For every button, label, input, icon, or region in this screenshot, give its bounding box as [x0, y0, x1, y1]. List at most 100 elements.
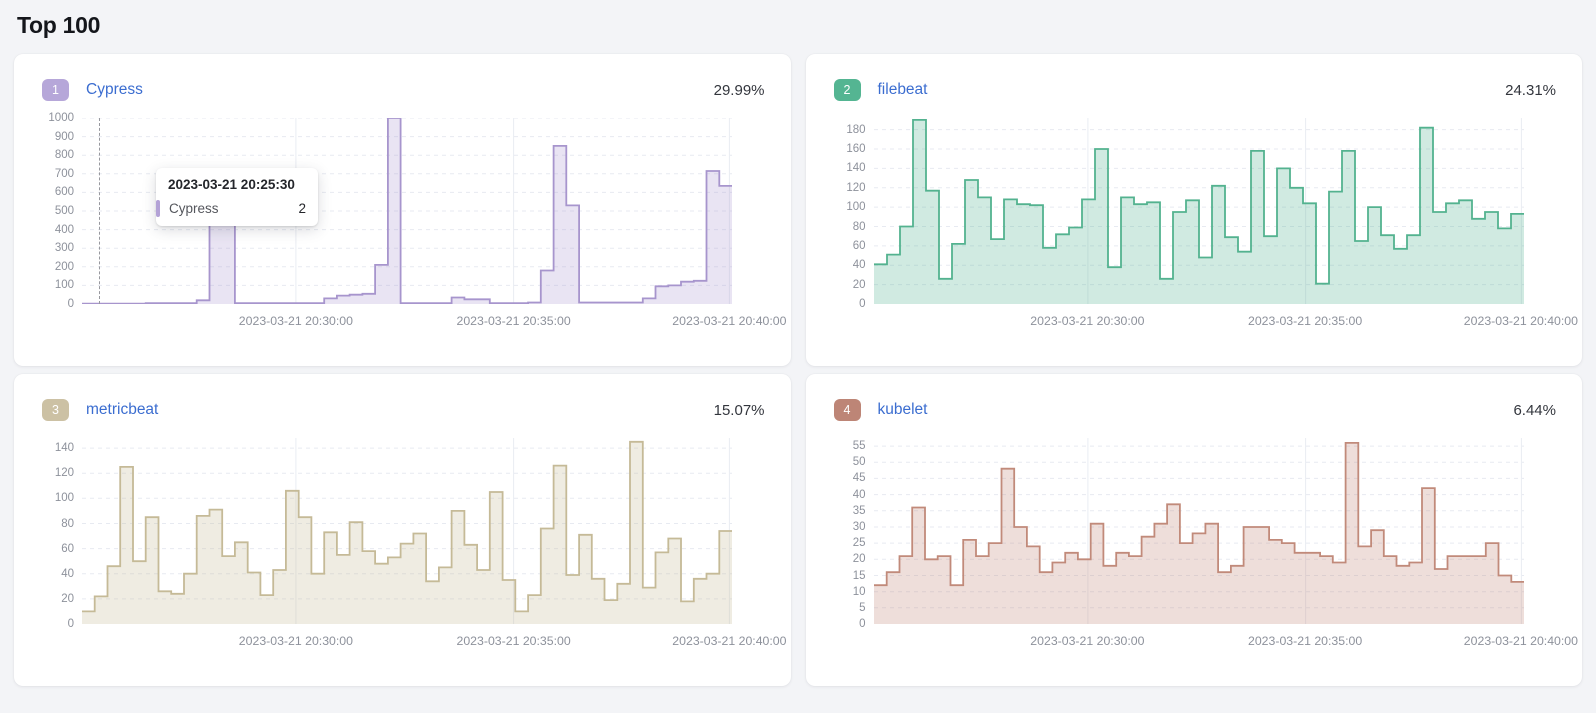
- rank-badge: 1: [42, 79, 69, 101]
- y-tick-label: 55: [853, 440, 866, 452]
- plot-area[interactable]: [874, 118, 1524, 304]
- y-tick-label: 0: [859, 298, 865, 310]
- card-header: 3 metricbeat 15.07%: [42, 398, 765, 422]
- y-tick-label: 160: [846, 143, 865, 155]
- chart-card-cypress: 1 Cypress 29.99% 01002003004005006007008…: [14, 54, 791, 366]
- x-axis-labels: 2023-03-21 20:30:002023-03-21 20:35:0020…: [82, 312, 732, 332]
- y-tick-label: 1000: [48, 112, 74, 124]
- y-axis-labels: 020406080100120140160180: [834, 118, 874, 304]
- x-tick-label: 2023-03-21 20:40:00: [1464, 634, 1578, 648]
- y-tick-label: 80: [61, 518, 74, 530]
- y-tick-label: 45: [853, 472, 866, 484]
- y-tick-label: 200: [55, 261, 74, 273]
- x-tick-label: 2023-03-21 20:30:00: [239, 634, 353, 648]
- tooltip-crosshair: [99, 118, 100, 304]
- area-chart-svg: [874, 118, 1524, 304]
- plot-area[interactable]: [874, 438, 1524, 624]
- y-tick-label: 80: [853, 221, 866, 233]
- percent-value: 24.31%: [1505, 82, 1556, 99]
- chart-card-metricbeat: 3 metricbeat 15.07% 0 20 40 60 80 100 120 140 2…: [14, 374, 791, 686]
- y-tick-label: 700: [55, 168, 74, 180]
- y-axis-labels: 01002003004005006007008009001000: [42, 118, 82, 304]
- x-axis-labels: 2023-03-21 20:30:002023-03-21 20:35:0020…: [874, 632, 1524, 652]
- rank-badge: 2: [834, 79, 861, 101]
- series-link[interactable]: metricbeat: [86, 401, 158, 419]
- area-chart-svg: [82, 438, 732, 624]
- y-tick-label: 60: [853, 240, 866, 252]
- series-color-marker-icon: [156, 200, 160, 217]
- card-header: 1 Cypress 29.99%: [42, 78, 765, 102]
- x-tick-label: 2023-03-21 20:35:00: [1248, 314, 1362, 328]
- y-tick-label: 0: [68, 298, 74, 310]
- y-tick-label: 300: [55, 242, 74, 254]
- tooltip-series-name: Cypress: [169, 201, 219, 216]
- cards-grid: 1 Cypress 29.99% 01002003004005006007008…: [14, 54, 1582, 686]
- series-link[interactable]: kubelet: [878, 401, 928, 419]
- rank-badge: 3: [42, 399, 69, 421]
- series-link[interactable]: filebeat: [878, 81, 928, 99]
- x-tick-label: 2023-03-21 20:35:00: [457, 634, 571, 648]
- y-axis-labels: 0510152025303540455055: [834, 438, 874, 624]
- chart-row: 020406080100120140160180: [834, 118, 1557, 304]
- plot-area[interactable]: 2023-03-21 20:25:30 Cypress 2: [82, 118, 732, 304]
- card-header: 2 filebeat 24.31%: [834, 78, 1557, 102]
- y-tick-label: 0: [68, 618, 74, 630]
- y-tick-label: 180: [846, 124, 865, 136]
- y-tick-label: 20: [853, 279, 866, 291]
- x-axis-labels: 2023-03-21 20:30:002023-03-21 20:35:0020…: [874, 312, 1524, 332]
- series-link[interactable]: Cypress: [86, 81, 143, 99]
- y-tick-label: 600: [55, 186, 74, 198]
- y-tick-label: 100: [846, 201, 865, 213]
- x-tick-label: 2023-03-21 20:35:00: [1248, 634, 1362, 648]
- y-tick-label: 0: [859, 618, 865, 630]
- chart-row: 01002003004005006007008009001000 2023-03…: [42, 118, 765, 304]
- y-tick-label: 20: [61, 593, 74, 605]
- y-tick-label: 60: [61, 543, 74, 555]
- y-tick-label: 25: [853, 537, 866, 549]
- chart-row: 020406080100120140: [42, 438, 765, 624]
- tooltip-series-row: Cypress 2: [156, 200, 306, 217]
- x-tick-label: 2023-03-21 20:30:00: [239, 314, 353, 328]
- y-tick-label: 40: [853, 489, 866, 501]
- x-tick-label: 2023-03-21 20:30:00: [1030, 314, 1144, 328]
- x-tick-label: 2023-03-21 20:40:00: [672, 314, 786, 328]
- card-header: 4 kubelet 6.44%: [834, 398, 1557, 422]
- x-tick-label: 2023-03-21 20:35:00: [457, 314, 571, 328]
- y-tick-label: 35: [853, 505, 866, 517]
- y-tick-label: 800: [55, 149, 74, 161]
- percent-value: 6.44%: [1513, 402, 1556, 419]
- plot-area[interactable]: [82, 438, 732, 624]
- tooltip-series-value: 2: [264, 201, 306, 216]
- chart-card-kubelet: 4 kubelet 6.44% 0 5 10 15 20 25 30 35 40 45 50 55 2…: [806, 374, 1583, 686]
- series-area: [82, 442, 732, 624]
- x-axis-labels: 2023-03-21 20:30:002023-03-21 20:35:0020…: [82, 632, 732, 652]
- chart-row: 0510152025303540455055: [834, 438, 1557, 624]
- y-tick-label: 400: [55, 224, 74, 236]
- rank-badge: 4: [834, 399, 861, 421]
- percent-value: 15.07%: [714, 402, 765, 419]
- y-tick-label: 5: [859, 602, 865, 614]
- x-tick-label: 2023-03-21 20:40:00: [672, 634, 786, 648]
- y-tick-label: 140: [55, 442, 74, 454]
- area-chart-svg: [874, 438, 1524, 624]
- tooltip-timestamp: 2023-03-21 20:25:30: [168, 177, 306, 192]
- y-tick-label: 40: [853, 259, 866, 271]
- y-tick-label: 120: [846, 182, 865, 194]
- y-tick-label: 10: [853, 586, 866, 598]
- y-tick-label: 50: [853, 456, 866, 468]
- y-tick-label: 120: [55, 467, 74, 479]
- chart-card-filebeat: 2 filebeat 24.31% 0 20 40 60 80 100 120 140 160 1…: [806, 54, 1583, 366]
- y-tick-label: 100: [55, 279, 74, 291]
- x-tick-label: 2023-03-21 20:40:00: [1464, 314, 1578, 328]
- y-tick-label: 40: [61, 568, 74, 580]
- y-axis-labels: 020406080100120140: [42, 438, 82, 624]
- page-title: Top 100: [17, 12, 1596, 39]
- chart-tooltip: 2023-03-21 20:25:30 Cypress 2: [156, 168, 318, 226]
- y-tick-label: 140: [846, 162, 865, 174]
- y-tick-label: 30: [853, 521, 866, 533]
- y-tick-label: 20: [853, 553, 866, 565]
- y-tick-label: 900: [55, 131, 74, 143]
- y-tick-label: 100: [55, 492, 74, 504]
- percent-value: 29.99%: [714, 82, 765, 99]
- y-tick-label: 15: [853, 570, 866, 582]
